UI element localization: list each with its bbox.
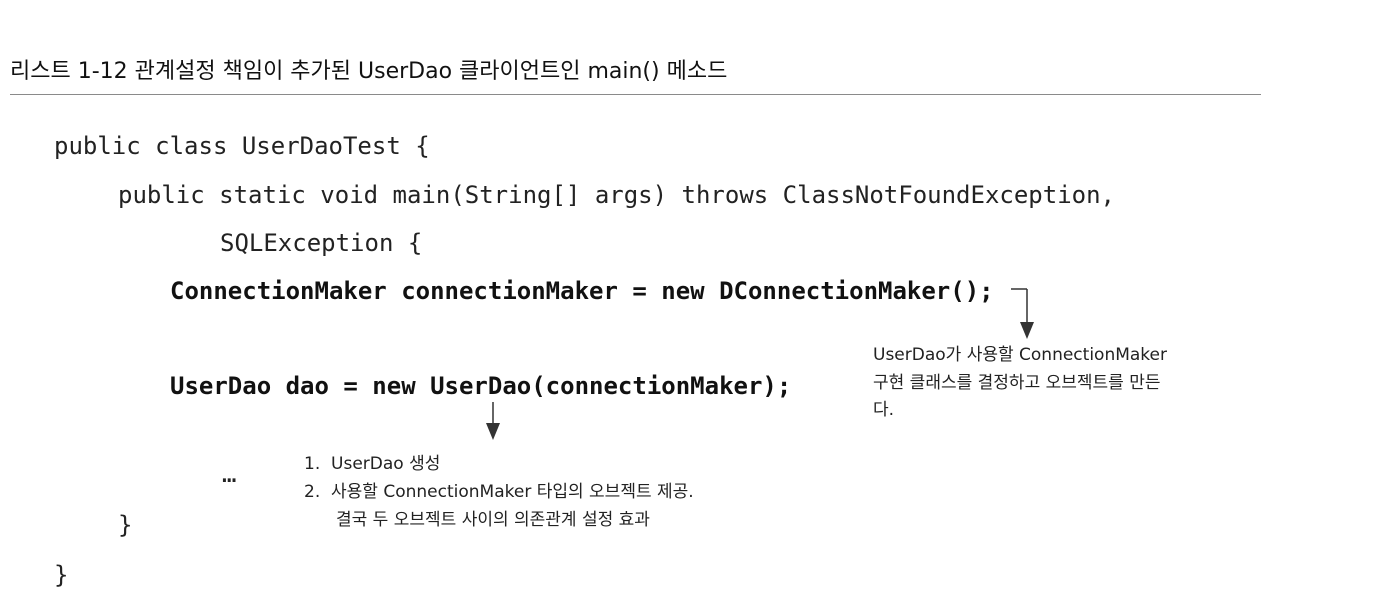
userdao-arrowhead: [486, 423, 500, 440]
bottom-note-line-3: 결국 두 오브젝트 사이의 의존관계 설정 효과: [336, 510, 650, 530]
right-note-line-1: UserDao가 사용할 ConnectionMaker: [873, 345, 1167, 365]
connection-maker-arrowhead: [1020, 322, 1034, 339]
right-note-line-3: 다.: [873, 400, 895, 420]
annotation-arrows: [486, 288, 1034, 440]
connection-maker-arrow: [1011, 288, 1028, 326]
bottom-note-line-1: 1. UserDao 생성: [304, 454, 441, 474]
bottom-note-line-2: 2. 사용할 ConnectionMaker 타입의 오브젝트 제공.: [304, 482, 694, 502]
right-note-line-2: 구현 클래스를 결정하고 오브젝트를 만든: [873, 373, 1161, 393]
